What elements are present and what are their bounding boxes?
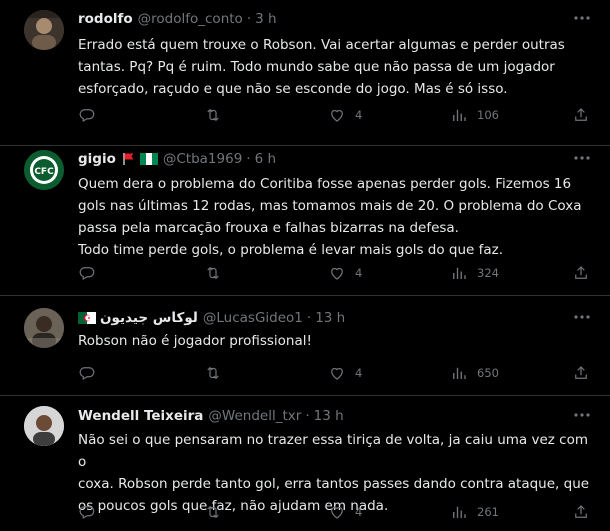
like-button[interactable]: 4 bbox=[328, 106, 362, 124]
tweet-header: gigio @Ctba1969 · 6 h bbox=[78, 151, 276, 167]
timestamp[interactable]: 13 h bbox=[315, 310, 345, 326]
retweet-icon bbox=[207, 108, 219, 122]
separator: · bbox=[246, 151, 251, 167]
heart-icon bbox=[331, 109, 343, 122]
tweet-actions: 4 650 bbox=[78, 364, 598, 384]
avatar[interactable] bbox=[24, 10, 64, 50]
share-icon bbox=[575, 366, 587, 379]
views-button[interactable]: 324 bbox=[450, 264, 499, 282]
nigeria-flag-icon bbox=[139, 153, 158, 165]
display-name[interactable]: rodolfo bbox=[78, 11, 133, 27]
like-count: 4 bbox=[355, 108, 363, 122]
more-icon[interactable] bbox=[572, 311, 592, 327]
views-button[interactable]: 106 bbox=[450, 106, 499, 124]
like-button[interactable]: 4 bbox=[328, 264, 362, 282]
share-icon bbox=[575, 505, 587, 518]
like-count: 4 bbox=[355, 366, 363, 380]
reply-icon bbox=[79, 367, 95, 381]
views-count: 324 bbox=[477, 266, 499, 280]
red-flag-icon bbox=[123, 153, 134, 165]
share-button[interactable] bbox=[572, 106, 590, 124]
more-icon[interactable] bbox=[572, 12, 592, 28]
display-name[interactable]: لوكاس جيديون bbox=[100, 310, 198, 326]
views-count: 106 bbox=[477, 108, 499, 122]
views-button[interactable]: 650 bbox=[450, 364, 499, 382]
heart-icon bbox=[331, 506, 343, 519]
tweet-text: Robson não é jogador profissional! bbox=[78, 333, 312, 349]
avatar[interactable] bbox=[24, 308, 64, 348]
like-count: 4 bbox=[355, 505, 363, 519]
like-button[interactable]: 4 bbox=[328, 503, 362, 521]
tweet-lucas[interactable]: لوكاس جيديون @LucasGideo1 · 13 h Robson … bbox=[0, 296, 610, 396]
like-button[interactable]: 4 bbox=[328, 364, 362, 382]
share-icon bbox=[575, 108, 587, 121]
retweet-button[interactable] bbox=[203, 364, 223, 382]
user-handle[interactable]: @LucasGideo1 bbox=[203, 310, 303, 326]
user-handle[interactable]: @Ctba1969 bbox=[163, 151, 242, 167]
user-handle[interactable]: @Wendell_txr bbox=[208, 408, 301, 424]
reply-icon bbox=[79, 506, 95, 520]
retweet-button[interactable] bbox=[203, 264, 223, 282]
reply-button[interactable] bbox=[78, 364, 96, 382]
views-icon bbox=[453, 367, 466, 379]
display-name[interactable]: Wendell Teixeira bbox=[78, 408, 203, 424]
reply-button[interactable] bbox=[78, 106, 96, 124]
views-icon bbox=[453, 506, 466, 518]
share-button[interactable] bbox=[572, 264, 590, 282]
timestamp[interactable]: 6 h bbox=[255, 151, 276, 167]
like-count: 4 bbox=[355, 266, 363, 280]
tweet-text: Quem dera o problema do Coritiba fosse a… bbox=[78, 176, 582, 258]
separator: · bbox=[306, 310, 312, 326]
tweet-gigio[interactable]: CFC gigio @Ctba1969 · 6 h Quem dera o pr… bbox=[0, 146, 610, 296]
retweet-icon bbox=[207, 366, 219, 380]
algeria-flag-icon bbox=[78, 312, 96, 324]
timestamp[interactable]: 3 h bbox=[255, 11, 276, 27]
retweet-icon bbox=[207, 505, 219, 519]
heart-icon bbox=[331, 367, 343, 380]
retweet-icon bbox=[207, 266, 219, 280]
tweet-header: rodolfo @rodolfo_conto · 3 h bbox=[78, 11, 277, 27]
tweet-actions: 4 261 bbox=[78, 503, 598, 523]
separator: · bbox=[246, 11, 252, 27]
reply-icon bbox=[79, 267, 95, 281]
share-icon bbox=[575, 266, 587, 279]
views-count: 261 bbox=[477, 505, 499, 519]
tweet-actions: 4 324 bbox=[78, 264, 598, 284]
share-button[interactable] bbox=[572, 503, 590, 521]
retweet-button[interactable] bbox=[203, 503, 223, 521]
views-count: 650 bbox=[477, 366, 499, 380]
timestamp[interactable]: 13 h bbox=[314, 408, 344, 424]
more-icon[interactable] bbox=[572, 152, 592, 168]
display-name[interactable]: gigio bbox=[78, 151, 116, 167]
tweet-header: Wendell Teixeira @Wendell_txr · 13 h bbox=[78, 408, 344, 424]
share-button[interactable] bbox=[572, 364, 590, 382]
tweet-actions: 4 106 bbox=[78, 106, 598, 126]
avatar[interactable] bbox=[24, 406, 64, 446]
views-button[interactable]: 261 bbox=[450, 503, 499, 521]
tweet-text: Errado está quem trouxe o Robson. Vai ac… bbox=[78, 37, 565, 97]
svg-text:CFC: CFC bbox=[34, 167, 54, 177]
views-icon bbox=[453, 267, 466, 279]
reply-icon bbox=[79, 109, 95, 123]
tweet-rodolfo[interactable]: rodolfo @rodolfo_conto · 3 h Errado está… bbox=[0, 0, 610, 146]
tweet-wendell[interactable]: Wendell Teixeira @Wendell_txr · 13 h Não… bbox=[0, 396, 610, 531]
separator: · bbox=[305, 408, 310, 424]
user-handle[interactable]: @rodolfo_conto bbox=[138, 11, 243, 27]
reply-button[interactable] bbox=[78, 264, 96, 282]
tweet-header: لوكاس جيديون @LucasGideo1 · 13 h bbox=[78, 310, 345, 326]
views-icon bbox=[453, 109, 466, 121]
heart-icon bbox=[331, 267, 343, 280]
retweet-button[interactable] bbox=[203, 106, 223, 124]
reply-button[interactable] bbox=[78, 503, 96, 521]
more-icon[interactable] bbox=[572, 409, 592, 425]
avatar[interactable]: CFC bbox=[24, 150, 64, 190]
